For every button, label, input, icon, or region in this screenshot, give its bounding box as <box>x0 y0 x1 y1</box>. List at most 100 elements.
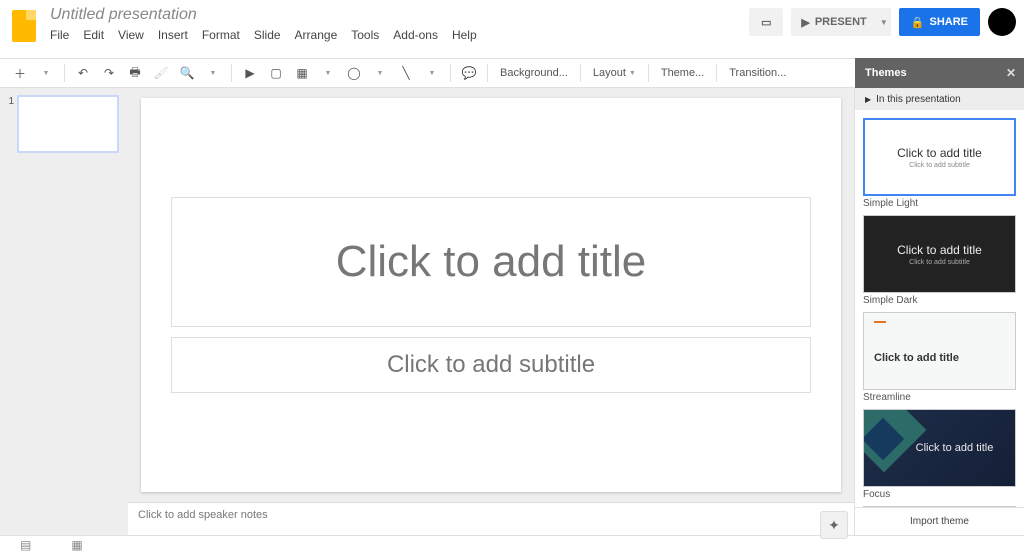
line-tool[interactable]: ╲ <box>394 61 418 85</box>
theme-preview-title: Click to add title <box>874 352 959 364</box>
footer-bar: ▤ ▦ <box>0 535 1024 554</box>
title-area: Untitled presentation File Edit View Ins… <box>46 4 749 42</box>
zoom-dropdown[interactable]: ▼ <box>201 61 225 85</box>
print-button[interactable]: 🖶 <box>123 61 147 85</box>
account-avatar[interactable] <box>988 8 1016 36</box>
redo-button[interactable]: ↷ <box>97 61 121 85</box>
filmstrip: 1 <box>0 88 128 535</box>
themes-panel-section[interactable]: ▶ In this presentation <box>855 88 1024 110</box>
menu-help[interactable]: Help <box>452 28 477 42</box>
themes-panel: Themes ✕ ▶ In this presentation Click to… <box>854 58 1024 535</box>
menu-format[interactable]: Format <box>202 28 240 42</box>
speaker-notes[interactable]: Click to add speaker notes ✦ <box>128 502 854 535</box>
explore-icon: ✦ <box>828 517 840 534</box>
theme-preview-title: Click to add title <box>897 243 982 257</box>
line-dropdown[interactable]: ▼ <box>420 61 444 85</box>
theme-name: Streamline <box>863 392 1016 403</box>
subtitle-placeholder[interactable]: Click to add subtitle <box>171 337 811 393</box>
chevron-right-icon: ▶ <box>865 95 871 104</box>
themes-section-label: In this presentation <box>876 94 961 105</box>
transition-button[interactable]: Transition... <box>723 61 792 85</box>
lock-icon: 🔒 <box>911 16 925 29</box>
theme-card-next: Click to add title <box>863 506 1016 507</box>
comment-icon: ▭ <box>761 16 771 29</box>
grid-view-icon[interactable]: ▦ <box>71 538 82 552</box>
menu-slide[interactable]: Slide <box>254 28 281 42</box>
shape-tool[interactable]: ◯ <box>342 61 366 85</box>
toolbar-separator <box>231 64 232 82</box>
themes-list: Click to add title Click to add subtitle… <box>855 110 1024 507</box>
slide-number: 1 <box>6 96 14 152</box>
present-label: PRESENT <box>815 16 867 28</box>
main-area: 1 Click to add title Click to add subtit… <box>0 88 1024 535</box>
toolbar-separator <box>580 64 581 82</box>
menu-view[interactable]: View <box>118 28 144 42</box>
share-button[interactable]: 🔒 SHARE <box>899 8 980 36</box>
explore-button[interactable]: ✦ <box>820 511 848 539</box>
close-icon[interactable]: ✕ <box>1006 66 1016 80</box>
theme-preview-subtitle: Click to add subtitle <box>909 259 970 266</box>
menu-addons[interactable]: Add-ons <box>393 28 438 42</box>
theme-card-simple-dark: Click to add title Click to add subtitle… <box>863 215 1016 306</box>
theme-preview[interactable]: Click to add title <box>863 506 1016 507</box>
theme-card-simple-light: Click to add title Click to add subtitle… <box>863 118 1016 209</box>
slide-thumbnail[interactable] <box>18 96 118 152</box>
image-tool[interactable]: ▦ <box>290 61 314 85</box>
new-slide-dropdown[interactable]: ▼ <box>34 61 58 85</box>
share-label: SHARE <box>929 16 968 28</box>
app-logo[interactable] <box>8 4 40 48</box>
new-slide-button[interactable]: ＋ <box>8 61 32 85</box>
theme-preview[interactable]: Click to add title Click to add subtitle <box>863 118 1016 196</box>
present-dropdown[interactable]: ▼ <box>877 8 891 36</box>
header-actions: ▭ ▶ PRESENT ▼ 🔒 SHARE <box>749 4 1016 36</box>
textbox-tool[interactable]: ▢ <box>264 61 288 85</box>
themes-panel-header: Themes ✕ <box>855 58 1024 88</box>
themes-panel-title: Themes <box>865 67 907 79</box>
menu-arrange[interactable]: Arrange <box>295 28 338 42</box>
theme-name: Simple Dark <box>863 295 1016 306</box>
menu-edit[interactable]: Edit <box>83 28 104 42</box>
canvas-inner: Click to add title Click to add subtitle <box>128 88 854 502</box>
theme-name: Simple Light <box>863 198 1016 209</box>
theme-preview[interactable]: Click to add title Click to add subtitle <box>863 215 1016 293</box>
slide-thumbnail-row: 1 <box>6 96 122 152</box>
menu-bar: File Edit View Insert Format Slide Arran… <box>46 26 749 42</box>
comment-tool[interactable]: 💬 <box>457 61 481 85</box>
zoom-button[interactable]: 🔍 <box>175 61 199 85</box>
toolbar-separator <box>716 64 717 82</box>
import-theme-button[interactable]: Import theme <box>855 507 1024 535</box>
menu-file[interactable]: File <box>50 28 69 42</box>
menu-insert[interactable]: Insert <box>158 28 188 42</box>
toolbar-separator <box>64 64 65 82</box>
present-button[interactable]: ▶ PRESENT <box>791 8 876 36</box>
theme-preview-title: Click to add title <box>886 442 994 454</box>
undo-button[interactable]: ↶ <box>71 61 95 85</box>
comments-button[interactable]: ▭ <box>749 8 783 36</box>
import-theme-label: Import theme <box>910 516 969 527</box>
menu-tools[interactable]: Tools <box>351 28 379 42</box>
document-title[interactable]: Untitled presentation <box>46 4 749 26</box>
shape-dropdown[interactable]: ▼ <box>368 61 392 85</box>
layout-button[interactable]: Layout▼ <box>587 61 642 85</box>
theme-name: Focus <box>863 489 1016 500</box>
subtitle-placeholder-text: Click to add subtitle <box>387 351 595 379</box>
theme-button[interactable]: Theme... <box>655 61 710 85</box>
paint-format-button[interactable]: 🖌 <box>149 61 173 85</box>
canvas-area: Click to add title Click to add subtitle… <box>128 88 854 535</box>
play-icon: ▶ <box>801 16 809 29</box>
select-tool[interactable]: ▶ <box>238 61 262 85</box>
slides-logo-icon <box>12 10 36 42</box>
theme-card-streamline: Click to add title Streamline <box>863 312 1016 403</box>
slide-canvas[interactable]: Click to add title Click to add subtitle <box>141 98 841 492</box>
background-button[interactable]: Background... <box>494 61 574 85</box>
theme-preview[interactable]: Click to add title <box>863 409 1016 487</box>
theme-card-focus: Click to add title Focus <box>863 409 1016 500</box>
theme-preview[interactable]: Click to add title <box>863 312 1016 390</box>
app-header: Untitled presentation File Edit View Ins… <box>0 0 1024 58</box>
title-placeholder[interactable]: Click to add title <box>171 197 811 327</box>
toolbar-separator <box>648 64 649 82</box>
speaker-notes-placeholder: Click to add speaker notes <box>138 509 268 521</box>
theme-preview-title: Click to add title <box>897 146 982 160</box>
filmstrip-view-icon[interactable]: ▤ <box>20 538 31 552</box>
image-dropdown[interactable]: ▼ <box>316 61 340 85</box>
